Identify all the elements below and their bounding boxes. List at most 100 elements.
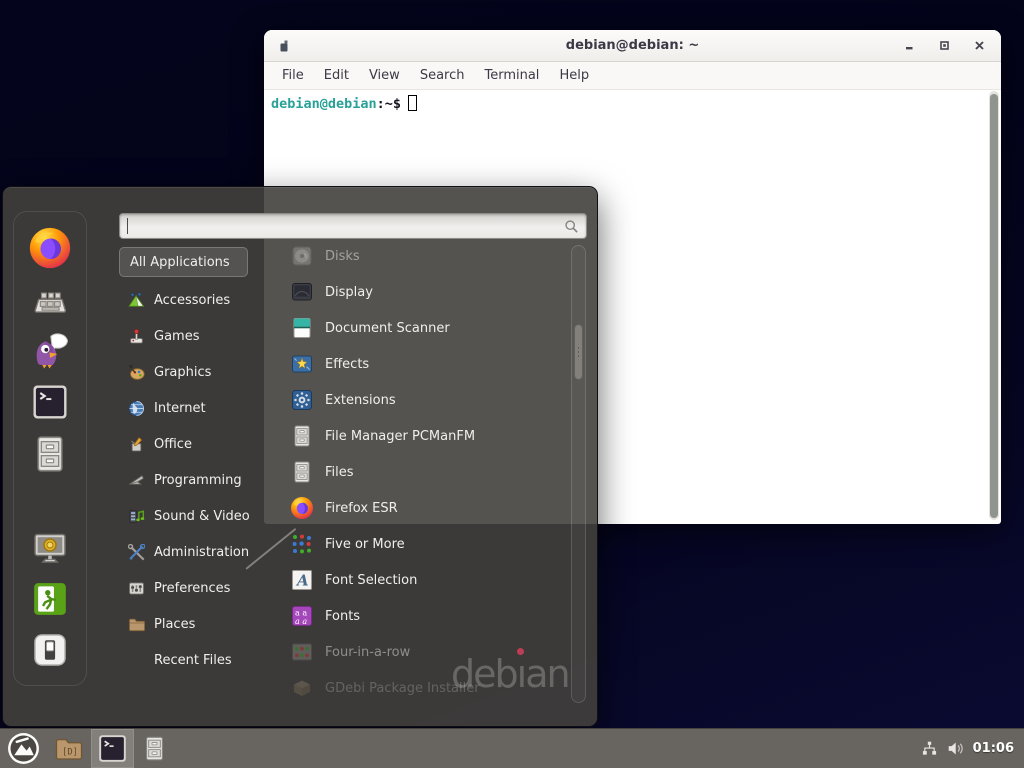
terminal-menu-terminal[interactable]: Terminal — [474, 65, 549, 86]
svg-text:a a: a a — [295, 617, 307, 626]
category-preferences[interactable]: Preferences — [119, 570, 279, 606]
favorite-pidgin[interactable] — [29, 330, 71, 372]
category-games[interactable]: Games — [119, 318, 279, 354]
effects-icon — [290, 352, 314, 376]
taskbar-files-launcher[interactable] — [134, 729, 175, 768]
terminal-menu-search[interactable]: Search — [410, 65, 475, 86]
terminal-menu-edit[interactable]: Edit — [314, 65, 359, 86]
category-label: Accessories — [154, 293, 230, 308]
category-list: All Applications Accessories Games Graphics… — [119, 247, 279, 678]
app-extensions[interactable]: Extensions — [290, 382, 570, 418]
preferences-icon — [128, 580, 145, 597]
favorite-terminal[interactable] — [32, 384, 68, 420]
minimize-button[interactable] — [904, 40, 915, 51]
terminal-scrollbar-thumb[interactable] — [990, 94, 998, 518]
app-effects[interactable]: Effects — [290, 346, 570, 382]
five-or-more-icon — [290, 532, 314, 556]
taskbar-folder-launcher[interactable]: [D] — [47, 729, 91, 768]
category-sound-video[interactable]: Sound & Video — [119, 498, 279, 534]
system-tray: 01:06 — [921, 740, 1024, 757]
application-list: Disks Display Document Scanner EffectsExten… — [290, 238, 570, 706]
prompt-user-host: debian@debian — [271, 96, 377, 112]
terminal-menu-view[interactable]: View — [359, 65, 410, 86]
app-gdebi-package-installer[interactable]: GDebi Package Installer — [290, 670, 570, 706]
places-icon — [128, 616, 145, 633]
category-recent-files[interactable]: Recent Files — [119, 642, 279, 678]
window-title: debian@debian: ~ — [566, 38, 699, 53]
terminal-icon — [98, 734, 127, 763]
category-label: Recent Files — [154, 653, 232, 668]
window-icon — [279, 39, 291, 53]
terminal-titlebar[interactable]: debian@debian: ~ — [264, 30, 1001, 62]
files-icon — [141, 735, 168, 762]
disks-icon — [290, 244, 314, 268]
accessories-icon — [128, 292, 145, 309]
app-label: Disks — [325, 249, 360, 264]
category-internet[interactable]: Internet — [119, 390, 279, 426]
close-button[interactable] — [974, 40, 985, 51]
category-administration[interactable]: Administration — [119, 534, 279, 570]
app-label: File Manager PCManFM — [325, 429, 475, 444]
scrollbar-grip — [578, 347, 579, 357]
menu-scrollbar-thumb[interactable] — [574, 324, 583, 380]
category-all-applications[interactable]: All Applications — [119, 247, 248, 277]
graphics-icon — [128, 364, 145, 381]
terminal-menu-help[interactable]: Help — [549, 65, 599, 86]
category-label: Places — [154, 617, 195, 632]
gdebi-icon — [290, 676, 314, 700]
category-office[interactable]: Office — [119, 426, 279, 462]
favorite-log-out[interactable] — [31, 580, 69, 618]
office-icon — [128, 436, 145, 453]
terminal-prompt: debian@debian:~$ — [271, 95, 417, 112]
category-label: Games — [154, 329, 199, 344]
category-label: Internet — [154, 401, 206, 416]
app-label: Four-in-a-row — [325, 645, 410, 660]
volume-icon[interactable] — [947, 740, 964, 757]
search-box[interactable] — [119, 213, 587, 239]
favorite-firefox[interactable] — [28, 226, 72, 270]
favorite-lock-screen[interactable] — [32, 530, 68, 566]
app-font-selection[interactable]: AFont Selection — [290, 562, 570, 598]
firefox-icon — [290, 496, 314, 520]
folder-icon: [D] — [54, 734, 84, 764]
app-label: Document Scanner — [325, 321, 450, 336]
app-four-in-a-row[interactable]: Four-in-a-row — [290, 634, 570, 670]
app-disks[interactable]: Disks — [290, 238, 570, 274]
app-label: Firefox ESR — [325, 501, 398, 516]
tray-icons — [921, 740, 964, 757]
category-label: Graphics — [154, 365, 211, 380]
search-icon — [564, 219, 579, 234]
taskbar-terminal-launcher[interactable] — [91, 729, 134, 768]
maximize-button[interactable] — [939, 40, 950, 51]
app-display[interactable]: Display — [290, 274, 570, 310]
app-files[interactable]: Files — [290, 454, 570, 490]
favorite-shut-down[interactable] — [32, 632, 68, 668]
app-firefox-esr[interactable]: Firefox ESR — [290, 490, 570, 526]
terminal-scrollbar[interactable] — [989, 91, 999, 520]
network-icon[interactable] — [921, 740, 938, 757]
search-input[interactable] — [128, 214, 564, 238]
app-label: Files — [325, 465, 354, 480]
app-fonts[interactable]: a aa aFonts — [290, 598, 570, 634]
files-icon — [290, 424, 314, 448]
menu-scrollbar[interactable] — [571, 245, 586, 703]
app-document-scanner[interactable]: Document Scanner — [290, 310, 570, 346]
category-programming[interactable]: Programming — [119, 462, 279, 498]
taskbar-menu-button[interactable] — [0, 729, 47, 768]
internet-icon — [128, 400, 145, 417]
app-file-manager-pcmanfm[interactable]: File Manager PCManFM — [290, 418, 570, 454]
clock: 01:06 — [973, 741, 1014, 756]
category-graphics[interactable]: Graphics — [119, 354, 279, 390]
administration-icon — [128, 544, 145, 561]
sound-video-icon — [128, 508, 145, 525]
category-accessories[interactable]: Accessories — [119, 282, 279, 318]
prompt-suffix: :~$ — [377, 96, 401, 112]
terminal-menu-file[interactable]: File — [272, 65, 314, 86]
display-icon — [290, 280, 314, 304]
favorite-files[interactable] — [30, 434, 70, 474]
favorite-character-map[interactable] — [33, 286, 67, 320]
category-places[interactable]: Places — [119, 606, 279, 642]
app-five-or-more[interactable]: Five or More — [290, 526, 570, 562]
app-label: Font Selection — [325, 573, 417, 588]
terminal-menubar: FileEditViewSearchTerminalHelp — [264, 62, 1001, 90]
